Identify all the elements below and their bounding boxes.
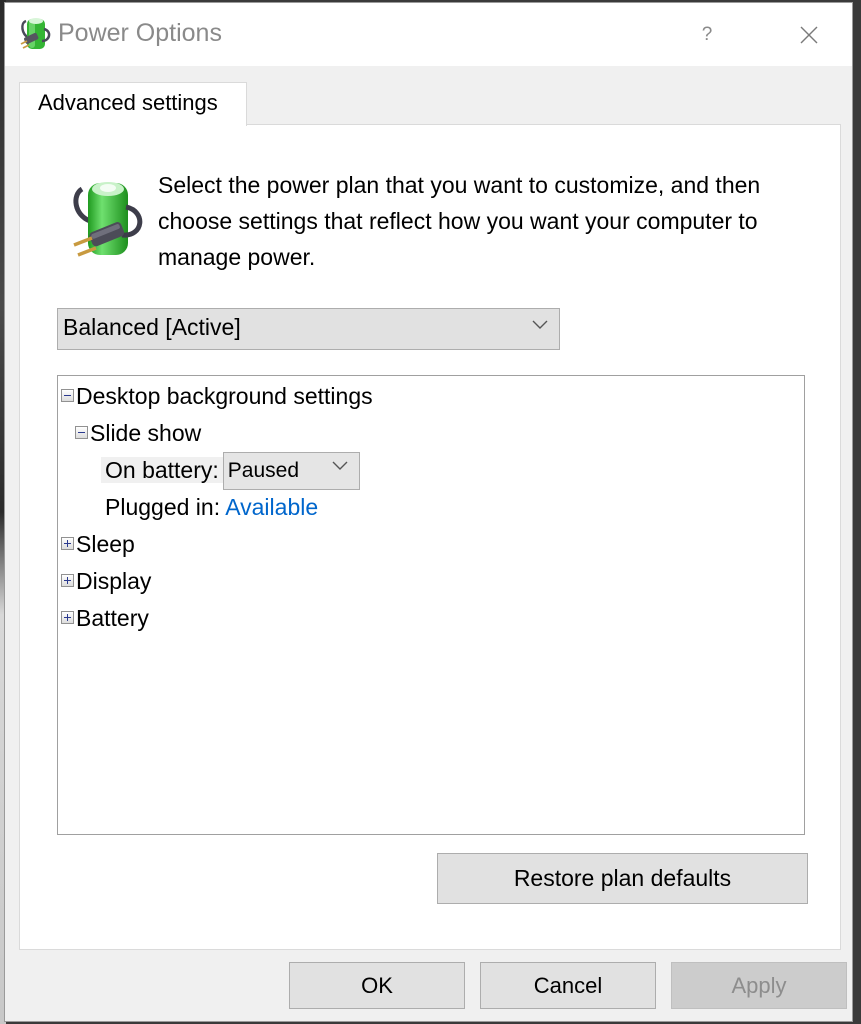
power-plug-battery-icon <box>73 182 143 257</box>
power-plan-dropdown[interactable]: Balanced [Active] <box>57 308 560 350</box>
on-battery-value: Paused <box>227 459 300 482</box>
tree-node-label: Display <box>76 568 152 594</box>
help-button[interactable]: ? <box>687 17 727 53</box>
collapse-icon[interactable] <box>61 389 74 403</box>
power-options-dialog: Power Options ? Advanced settings Select… <box>4 2 853 1022</box>
close-button[interactable] <box>785 17 833 53</box>
intro-description: Select the power plan that you want to c… <box>158 172 761 270</box>
window-title: Power Options <box>58 19 222 47</box>
tree-node-label: Slide show <box>90 420 202 446</box>
chevron-down-icon <box>332 461 348 470</box>
on-battery-dropdown[interactable]: Paused <box>222 452 360 490</box>
chevron-down-icon <box>532 320 548 329</box>
expand-icon[interactable] <box>61 574 74 588</box>
tree-node-label: Desktop background settings <box>76 383 373 409</box>
plugged-in-label: Plugged in: <box>105 494 221 520</box>
advanced-settings-panel: Select the power plan that you want to c… <box>19 124 841 950</box>
close-icon <box>800 26 818 44</box>
cancel-button[interactable]: Cancel <box>480 962 656 1009</box>
tree-node-on-battery[interactable]: On battery: Paused <box>101 452 360 490</box>
tree-node-desktop-background[interactable]: Desktop background settings <box>61 379 373 413</box>
power-plug-battery-icon <box>20 18 51 49</box>
tree-node-slide-show[interactable]: Slide show <box>75 416 201 450</box>
tab-advanced-settings[interactable]: Advanced settings <box>19 82 247 126</box>
on-battery-label: On battery: <box>101 457 223 484</box>
expand-icon[interactable] <box>61 537 74 551</box>
plugged-in-value-link[interactable]: Available <box>225 494 318 520</box>
restore-plan-defaults-button[interactable]: Restore plan defaults <box>437 853 808 904</box>
tree-node-display[interactable]: Display <box>61 564 151 598</box>
apply-button[interactable]: Apply <box>671 962 847 1009</box>
power-plan-value: Balanced [Active] <box>63 314 241 340</box>
tree-node-battery[interactable]: Battery <box>61 601 149 635</box>
collapse-icon[interactable] <box>75 426 88 440</box>
ok-button[interactable]: OK <box>289 962 465 1009</box>
title-bar[interactable]: Power Options ? <box>5 3 852 66</box>
tree-node-label: Battery <box>76 605 149 631</box>
tree-node-label: Sleep <box>76 531 135 557</box>
tree-node-sleep[interactable]: Sleep <box>61 527 135 561</box>
expand-icon[interactable] <box>61 611 74 625</box>
settings-tree[interactable]: Desktop background settings Slide show O… <box>57 375 805 835</box>
tree-node-plugged-in[interactable]: Plugged in: Available <box>105 490 318 524</box>
